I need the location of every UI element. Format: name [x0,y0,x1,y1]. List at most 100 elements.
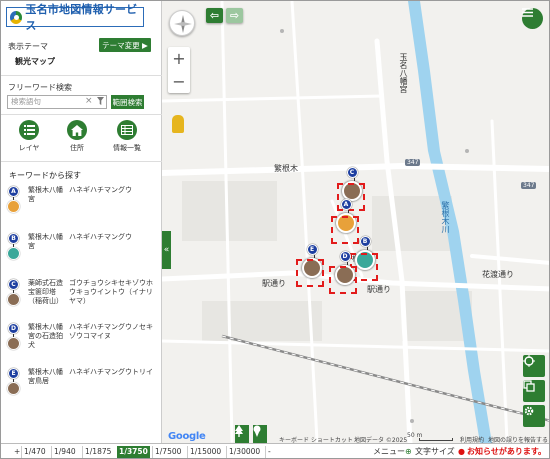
scale-option-active[interactable]: 1/3750 [117,446,150,458]
marker-b-icon: B [7,233,20,260]
scale-option[interactable]: 1/7500 [152,446,183,458]
locate-button[interactable] [523,355,545,377]
sidebar-collapse-button[interactable]: « [162,231,171,269]
scale-bar [419,438,453,441]
map-menu-button[interactable] [522,8,543,29]
river-label: 繁根木川 [441,201,450,233]
result-kana: ハネギハチマングウノセキゾウコマイヌ [69,323,153,340]
chevron-left-icon: « [163,245,170,255]
pin-toggle-button[interactable] [253,425,267,443]
result-kana: ハネギハチマングウトリイ [69,368,153,376]
marker-e-icon: E [7,368,20,395]
forward-button[interactable]: ⇨ [226,8,243,23]
poi-icon [7,293,20,306]
tool-label: 住所 [70,144,84,152]
app-logo[interactable]: 玉名市地図情報サービス [6,3,144,32]
hamburger-icon [522,8,533,17]
zoom-in-button[interactable]: + [172,49,185,68]
compass-icon [174,15,192,33]
app-title: 玉名市地図情報サービス [25,3,138,32]
divider [1,75,162,76]
compass-control[interactable] [169,10,195,36]
divider [1,161,162,162]
pin-icon [253,425,261,437]
crosshair-icon [523,355,535,367]
layer-tool-button[interactable]: レイヤ [14,120,44,153]
road-label: 玉名八幡宮 [399,53,408,93]
result-item-d[interactable]: D 繁根木八幡宮の石造狛犬 ハネギハチマングウノセキゾウコマイヌ [6,321,156,361]
theme-change-button[interactable]: テーマ変更 ▶ [99,38,151,52]
poi-icon [7,200,20,213]
result-item-c[interactable]: C 薬師式石造宝篋印塔（稲荷山） ゴウチョウシキセキゾウホウキョウイントウ（イナ… [6,277,156,321]
gear-icon [524,406,534,416]
theme-label: 表示テーマ [8,42,48,51]
scale-option[interactable]: 1/15000 [187,446,223,458]
settings-button[interactable] [523,405,545,427]
arrow-right-icon: ⇨ [229,9,240,22]
marker-c-icon: C [7,279,20,306]
map-canvas[interactable]: 繁根木 駅通り 駅通り 花渡通り 根木 繁根木川 玉名八幡宮 347 347 ⇦… [162,1,549,443]
marker-a-icon: A [7,186,20,213]
poi-icon [7,337,20,350]
selection-box [296,259,324,287]
notice-icon: ● [458,447,465,456]
scale-minus-button[interactable]: - [265,446,273,458]
keyboard-shortcuts-link[interactable]: キーボード ショートカット [279,435,353,443]
clear-icon[interactable]: × [85,96,93,106]
copy-icon [523,380,535,392]
theme-name: 観光マップ [15,57,55,66]
sidebar: 玉名市地図情報サービス 表示テーマ テーマ変更 ▶ 観光マップ フリーワード検索… [1,1,162,443]
terms-link[interactable]: 利用規約 [460,435,484,443]
street-view-icon[interactable] [172,115,184,133]
info-list-tool-button[interactable]: 情報一覧 [112,120,142,153]
menu-link[interactable]: メニュー [373,446,405,458]
scale-option[interactable]: 1/30000 [226,446,262,458]
notice-link[interactable]: お知らせがあります。 [467,446,546,458]
tree-icon [235,425,243,437]
table-icon [117,120,137,140]
app-window: 玉名市地図情報サービス 表示テーマ テーマ変更 ▶ 観光マップ フリーワード検索… [0,0,550,459]
road-label: 駅通り [367,285,391,294]
scale-bar-footer: + 1/470 1/940 1/1875 1/3750 1/7500 1/150… [1,443,549,458]
result-name: 繁根木八幡宮 [28,186,63,203]
divider [1,114,162,115]
arrow-left-icon: ⇦ [209,9,220,22]
result-name: 薬師式石造宝篋印塔（稲荷山） [28,279,63,305]
list-icon [19,120,39,140]
poi-icon [7,382,20,395]
poi-toggle-button[interactable] [235,425,249,443]
tool-label: レイヤ [18,144,40,152]
report-error-link[interactable]: 地図の誤りを報告する [488,435,548,443]
tool-label: 情報一覧 [113,144,141,152]
road-label: 花渡通り [482,270,514,279]
result-kana: ハネギハチマングウ [69,186,132,194]
zoom-control: + − [168,47,190,93]
poi-icon [7,247,20,260]
road-label: 繁根木 [274,164,298,173]
freeword-label: フリーワード検索 [8,83,72,92]
city-logo-icon [10,10,23,24]
filter-icon[interactable] [97,97,104,105]
result-kana: ゴウチョウシキセキゾウホウキョウイントウ（イナリヤマ） [69,279,153,305]
map-data-credit: 地図データ ©2025 [354,437,408,443]
text-size-icon[interactable]: ⊕ [405,446,412,458]
scale-option[interactable]: 1/1875 [82,446,113,458]
result-name: 繁根木八幡宮の石造狛犬 [28,323,63,349]
home-icon [67,120,87,140]
result-item-a[interactable]: A 繁根木八幡宮 ハネギハチマングウ [6,184,156,224]
back-button[interactable]: ⇦ [206,8,223,23]
text-size-link[interactable]: 文字サイズ [415,446,455,458]
range-search-button[interactable]: 範囲検索 [111,95,144,109]
road-label: 駅通り [262,279,286,288]
marker-d-icon: D [7,323,20,350]
result-name: 繁根木八幡宮 [28,233,63,250]
scale-option[interactable]: 1/470 [21,446,48,458]
route-shield: 347 [521,182,537,189]
result-item-b[interactable]: B 繁根木八幡宮 ハネギハチマングウ [6,231,156,271]
address-tool-button[interactable]: 住所 [62,120,92,153]
layers-button[interactable] [523,380,545,402]
route-shield: 347 [405,159,421,166]
scale-option[interactable]: 1/940 [51,446,78,458]
result-item-e[interactable]: E 繁根木八幡宮鳥居 ハネギハチマングウトリイ [6,366,156,406]
zoom-out-button[interactable]: − [172,72,185,91]
